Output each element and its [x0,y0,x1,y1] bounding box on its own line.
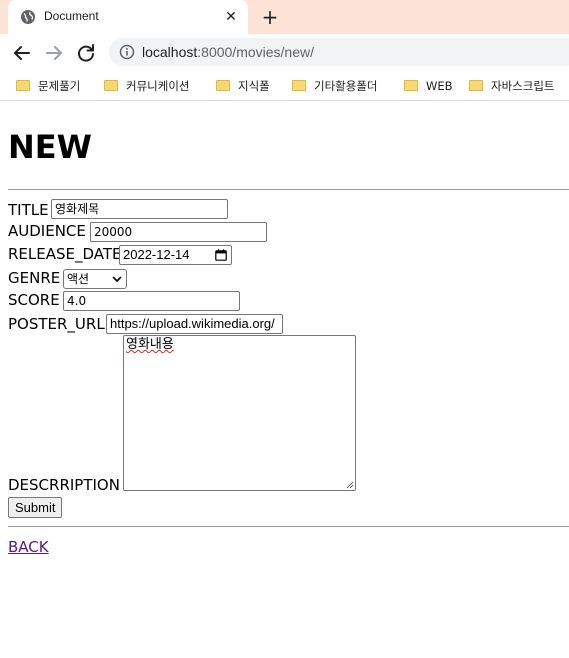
submit-button[interactable]: Submit [8,497,63,518]
back-arrow-icon[interactable] [9,40,35,66]
bookmark-label: 커뮤니케이션 [126,79,190,93]
resize-grip-icon[interactable] [346,481,354,489]
bookmark-label: 자바스크립트 [491,79,555,93]
bookmark-label: WEB [426,79,453,93]
page-heading: NEW [8,128,92,166]
description-label: DESCRRIPTION [8,476,120,494]
bookmark-folder[interactable]: 문제풀기 [16,77,80,95]
description-text: 영화내용 [126,337,174,352]
poster-url-label: POSTER_URL [8,315,105,333]
genre-select[interactable]: 액션 [63,269,127,289]
folder-icon [104,80,118,91]
browser-tab[interactable]: Document ✕ [8,0,248,34]
url-text: localhost:8000/movies/new/ [142,44,314,60]
bookmark-label: 지식폴 [238,79,270,93]
calendar-icon[interactable] [215,249,227,261]
back-link[interactable]: BACK [8,538,49,556]
bookmarks-bar: 문제풀기 커뮤니케이션 지식폴 기타활용폴더 WEB 자바스크립트 [0,71,569,101]
bookmark-label: 기타활용폴더 [314,79,378,93]
tab-title: Document [44,9,99,23]
address-bar[interactable]: localhost:8000/movies/new/ [109,38,569,66]
reload-icon[interactable] [73,40,99,66]
score-input[interactable]: 4.0 [63,291,240,311]
folder-icon [404,80,418,91]
folder-icon [292,80,306,91]
bookmark-folder[interactable]: 지식폴 [216,77,270,95]
bookmark-folder[interactable]: 기타활용폴더 [292,77,377,95]
folder-icon [16,80,30,91]
bookmark-folder[interactable]: 자바스크립트 [469,77,554,95]
score-label: SCORE [8,291,60,309]
release-date-input[interactable]: 2022-12-14 [119,245,232,265]
divider [8,189,569,190]
page-content: NEW TITLE 영화제목 AUDIENCE 20000 RELEASE_DA… [0,101,569,658]
release-date-value: 2022-12-14 [123,247,190,262]
globe-icon [21,10,35,24]
title-input[interactable]: 영화제목 [51,199,228,219]
chevron-down-icon [112,276,122,283]
forward-arrow-icon[interactable] [41,40,67,66]
release-date-label: RELEASE_DATE [8,245,122,263]
close-tab-icon[interactable]: ✕ [222,8,240,26]
browser-toolbar: localhost:8000/movies/new/ [0,34,569,71]
genre-selected-value: 액션 [67,272,90,286]
new-tab-button[interactable]: + [259,6,281,28]
folder-icon [469,80,483,91]
bookmark-folder[interactable]: 커뮤니케이션 [104,77,189,95]
genre-label: GENRE [8,269,61,287]
info-icon[interactable] [119,44,135,60]
description-textarea[interactable]: 영화내용 [123,335,356,491]
title-label: TITLE [8,201,49,219]
tab-strip: Document ✕ + [0,0,569,34]
divider [8,526,569,527]
bookmark-folder[interactable]: WEB [404,77,453,95]
url-path: :8000/movies/new/ [197,44,314,60]
folder-icon [216,80,230,91]
poster-url-input[interactable]: https://upload.wikimedia.org/ [106,314,283,334]
bookmark-label: 문제풀기 [38,79,81,93]
audience-input[interactable]: 20000 [90,222,267,242]
audience-label: AUDIENCE [8,222,86,240]
url-host: localhost [142,44,198,60]
